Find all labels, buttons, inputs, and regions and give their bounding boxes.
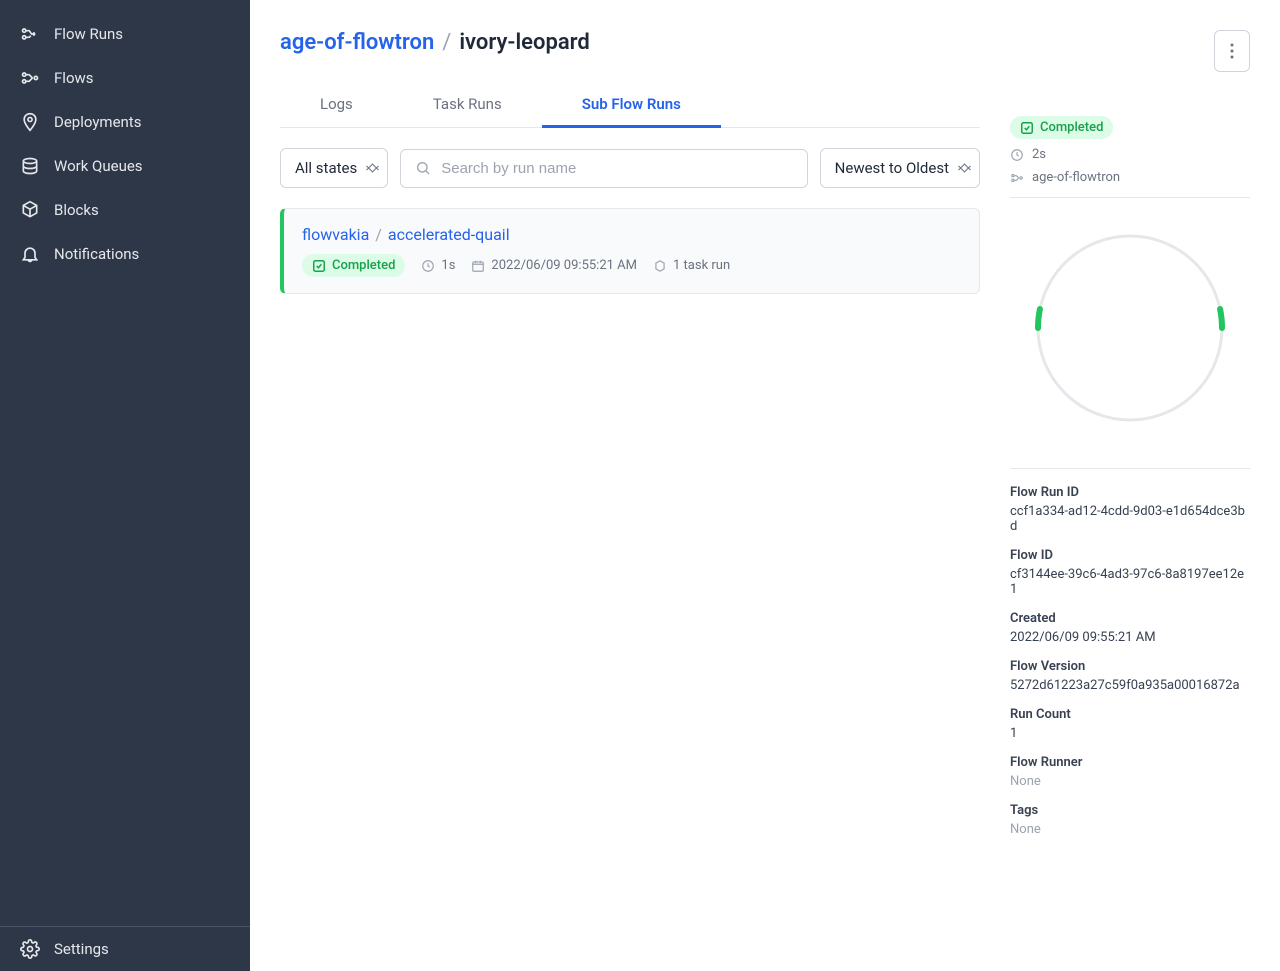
detail-value: None (1010, 822, 1250, 837)
detail-label: Flow Run ID (1010, 485, 1250, 500)
status-badge: Completed (302, 254, 405, 277)
hexagon-icon (653, 259, 667, 273)
detail-item: Run Count 1 (1010, 707, 1250, 741)
calendar-icon (471, 259, 485, 273)
summary: Completed 2s age-of-flowtron (1010, 92, 1250, 837)
sidebar-item-notifications[interactable]: Notifications (0, 232, 250, 276)
blocks-icon (20, 200, 40, 220)
sidebar-item-flows[interactable]: Flows (0, 56, 250, 100)
run-card-meta: Completed 1s 2022/06/09 09:55:21 AM (302, 254, 961, 277)
check-icon (312, 259, 326, 273)
run-card-title: flowvakia / accelerated-quail (302, 225, 961, 244)
detail-label: Tags (1010, 803, 1250, 818)
detail-value: ccf1a334-ad12-4cdd-9d03-e1d654dce3bd (1010, 504, 1250, 534)
detail-item: Created 2022/06/09 09:55:21 AM (1010, 611, 1250, 645)
divider (1010, 468, 1250, 469)
controls: All states Newest to Oldest (280, 148, 980, 188)
detail-label: Flow ID (1010, 548, 1250, 563)
breadcrumb: age-of-flowtron / ivory-leopard (280, 30, 980, 55)
tab-task-runs[interactable]: Task Runs (393, 83, 542, 127)
run-card-divider: / (375, 225, 382, 244)
summary-flow-name: age-of-flowtron (1010, 170, 1250, 185)
detail-value: None (1010, 774, 1250, 789)
detail-label: Created (1010, 611, 1250, 626)
timestamp-meta: 2022/06/09 09:55:21 AM (471, 258, 637, 273)
main: age-of-flowtron / ivory-leopard Logs Tas… (250, 0, 1280, 971)
duration-meta: 1s (421, 258, 455, 273)
detail-item: Tags None (1010, 803, 1250, 837)
summary-duration: 2s (1010, 147, 1250, 162)
detail-value: 1 (1010, 726, 1250, 741)
clock-icon (421, 259, 435, 273)
sidebar-item-label: Work Queues (54, 157, 143, 175)
right-panel: Completed 2s age-of-flowtron (1000, 0, 1280, 971)
flows-icon (20, 68, 40, 88)
more-button[interactable] (1214, 30, 1250, 72)
duration-text: 2s (1032, 147, 1046, 162)
run-card-flow-link[interactable]: flowvakia (302, 225, 369, 244)
notifications-icon (20, 244, 40, 264)
status-text: Completed (332, 258, 395, 273)
summary-status: Completed (1010, 116, 1250, 139)
deployments-icon (20, 112, 40, 132)
divider (1010, 197, 1250, 198)
detail-label: Run Count (1010, 707, 1250, 722)
sidebar: Flow Runs Flows Deployments Work Queues (0, 0, 250, 971)
detail-item: Flow Runner None (1010, 755, 1250, 789)
content: age-of-flowtron / ivory-leopard Logs Tas… (250, 0, 1000, 971)
check-icon (1020, 121, 1034, 135)
status-badge: Completed (1010, 116, 1113, 139)
sidebar-item-flow-runs[interactable]: Flow Runs (0, 12, 250, 56)
details: Flow Run ID ccf1a334-ad12-4cdd-9d03-e1d65… (1010, 485, 1250, 837)
task-count-text: 1 task run (673, 258, 730, 273)
run-card-name-link[interactable]: accelerated-quail (388, 225, 510, 244)
task-count-meta: 1 task run (653, 258, 730, 273)
settings-icon (20, 939, 40, 959)
detail-label: Flow Version (1010, 659, 1250, 674)
flow-runs-icon (20, 24, 40, 44)
dots-vertical-icon (1230, 43, 1234, 59)
sidebar-item-deployments[interactable]: Deployments (0, 100, 250, 144)
search-icon (415, 160, 431, 176)
detail-value: 2022/06/09 09:55:21 AM (1010, 630, 1250, 645)
detail-item: Flow Version 5272d61223a27c59f0a935a00016… (1010, 659, 1250, 693)
sidebar-item-blocks[interactable]: Blocks (0, 188, 250, 232)
detail-value: cf3144ee-39c6-4ad3-97c6-8a8197ee12e1 (1010, 567, 1250, 597)
duration-text: 1s (441, 258, 455, 273)
timestamp-text: 2022/06/09 09:55:21 AM (491, 258, 637, 273)
tab-sub-flow-runs[interactable]: Sub Flow Runs (542, 83, 721, 128)
breadcrumb-divider: / (442, 30, 451, 55)
sidebar-item-label: Settings (54, 940, 109, 958)
nav-footer: Settings (0, 926, 250, 971)
detail-item: Flow ID cf3144ee-39c6-4ad3-97c6-8a8197ee1… (1010, 548, 1250, 597)
tab-logs[interactable]: Logs (280, 83, 393, 127)
detail-item: Flow Run ID ccf1a334-ad12-4cdd-9d03-e1d65… (1010, 485, 1250, 534)
work-queues-icon (20, 156, 40, 176)
status-text: Completed (1040, 120, 1103, 135)
detail-value: 5272d61223a27c59f0a935a00016872a (1010, 678, 1250, 693)
sub-flow-run-card[interactable]: flowvakia / accelerated-quail Completed (280, 208, 980, 294)
breadcrumb-flow-link[interactable]: age-of-flowtron (280, 30, 434, 55)
breadcrumb-run-name: ivory-leopard (459, 30, 589, 55)
detail-label: Flow Runner (1010, 755, 1250, 770)
flows-icon (1010, 171, 1024, 185)
state-filter-select[interactable]: All states (280, 148, 388, 188)
sort-select[interactable]: Newest to Oldest (820, 148, 980, 188)
search-box[interactable] (400, 149, 807, 188)
sidebar-item-label: Flow Runs (54, 25, 123, 43)
sidebar-item-work-queues[interactable]: Work Queues (0, 144, 250, 188)
search-input[interactable] (441, 160, 792, 177)
clock-icon (1010, 148, 1024, 162)
sidebar-item-settings[interactable]: Settings (0, 927, 250, 971)
sidebar-item-label: Deployments (54, 113, 141, 131)
sidebar-item-label: Flows (54, 69, 94, 87)
sidebar-item-label: Notifications (54, 245, 139, 263)
tabs: Logs Task Runs Sub Flow Runs (280, 83, 980, 128)
flow-name-text: age-of-flowtron (1032, 170, 1120, 185)
sidebar-item-label: Blocks (54, 201, 99, 219)
nav-main: Flow Runs Flows Deployments Work Queues (0, 0, 250, 926)
donut-chart (1010, 228, 1250, 428)
